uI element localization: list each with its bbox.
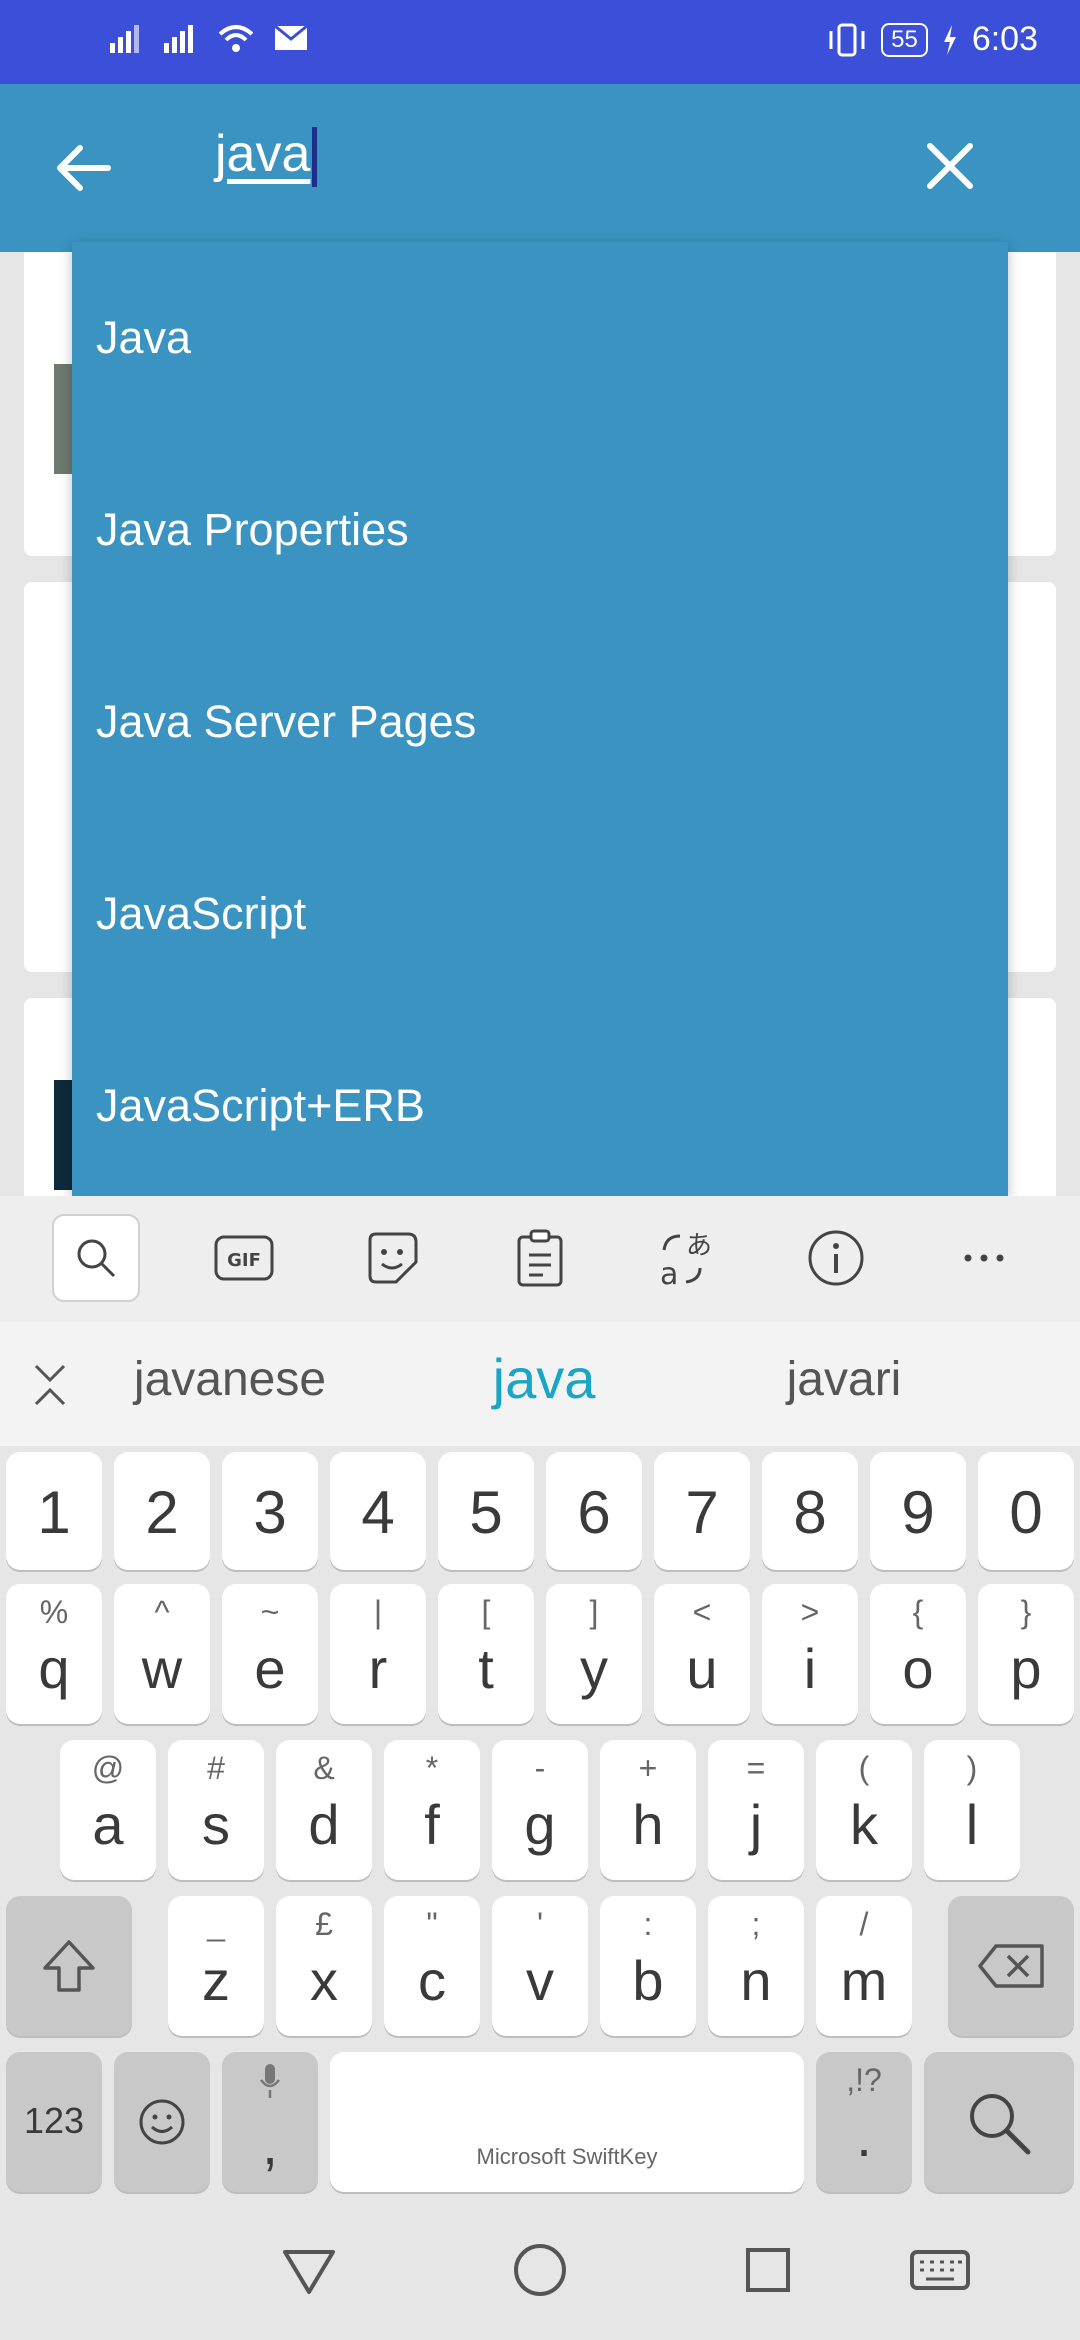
key-2[interactable]: 2 <box>114 1452 210 1570</box>
key-f[interactable]: * f <box>384 1740 480 1880</box>
text-cursor <box>312 127 318 188</box>
clipboard-icon[interactable] <box>496 1214 584 1302</box>
suggestion-left[interactable]: javanese <box>80 1352 380 1407</box>
search-icon[interactable] <box>52 1214 140 1302</box>
key-d[interactable]: & d <box>276 1740 372 1880</box>
search-input[interactable]: java <box>215 124 865 214</box>
info-icon[interactable] <box>792 1214 880 1302</box>
search-icon <box>970 2094 1031 2155</box>
key-3[interactable]: 3 <box>222 1452 318 1570</box>
charging-icon <box>943 24 956 55</box>
backspace-key[interactable] <box>948 1896 1074 2036</box>
suggestion-right[interactable]: javari <box>694 1352 994 1407</box>
key-z[interactable]: _ z <box>168 1896 264 2036</box>
battery-level: 55 <box>881 22 928 57</box>
wifi-icon <box>218 25 254 52</box>
key-u[interactable]: < u <box>654 1584 750 1724</box>
key-1[interactable]: 1 <box>6 1452 102 1570</box>
key-j[interactable]: = j <box>708 1740 804 1880</box>
navigation-bar <box>0 2200 1080 2340</box>
dropdown-item-java-server-pages[interactable]: Java Server Pages <box>72 626 1008 818</box>
key-g[interactable]: -g <box>492 1740 588 1880</box>
back-triangle-icon[interactable] <box>277 2238 341 2302</box>
status-bar: 55 6:03 <box>0 0 1080 84</box>
key-c[interactable]: " c <box>384 1896 480 2036</box>
key-0[interactable]: 0 <box>978 1452 1074 1570</box>
key-m[interactable]: / m <box>816 1896 912 2036</box>
keyboard-toolbar: GIF aあ <box>0 1196 1080 1322</box>
close-icon[interactable] <box>920 136 980 196</box>
key-8[interactable]: 8 <box>762 1452 858 1570</box>
gif-icon[interactable]: GIF <box>200 1214 288 1302</box>
key-7[interactable]: 7 <box>654 1452 750 1570</box>
recents-square-icon[interactable] <box>736 2238 800 2302</box>
home-circle-icon[interactable] <box>508 2238 572 2302</box>
vibrate-icon <box>829 23 865 56</box>
more-icon[interactable] <box>940 1214 1028 1302</box>
numbers-toggle-key[interactable]: 123 <box>6 2052 102 2192</box>
search-key[interactable] <box>924 2052 1074 2192</box>
shift-key[interactable] <box>6 1896 132 2036</box>
suggestion-center[interactable]: java <box>394 1346 694 1411</box>
dropdown-item-java-properties[interactable]: Java Properties <box>72 434 1008 626</box>
svg-text:あ: あ <box>686 1231 712 1261</box>
emoji-key[interactable] <box>114 2052 210 2192</box>
keyboard-hide-icon[interactable] <box>908 2238 972 2302</box>
svg-text:GIF: GIF <box>227 1250 261 1271</box>
signal-roaming-icon <box>164 25 193 53</box>
key-i[interactable]: > i <box>762 1584 858 1724</box>
key-b[interactable]: :b <box>600 1896 696 2036</box>
key-p[interactable]: } p <box>978 1584 1074 1724</box>
mail-icon <box>274 25 308 50</box>
shift-icon <box>43 1940 95 1992</box>
key-9[interactable]: 9 <box>870 1452 966 1570</box>
space-key[interactable]: Microsoft SwiftKey <box>330 2052 804 2192</box>
key-a[interactable]: @ a <box>60 1740 156 1880</box>
microphone-icon <box>260 2064 280 2098</box>
dropdown-item-javascript[interactable]: JavaScript <box>72 818 1008 1010</box>
key-w[interactable]: ^ w <box>114 1584 210 1724</box>
comma-key[interactable]: , <box>222 2052 318 2192</box>
period-key[interactable]: ,!?. <box>816 2052 912 2192</box>
search-toolbar: java <box>0 84 1080 252</box>
key-k[interactable]: (k <box>816 1740 912 1880</box>
emoji-icon <box>139 2099 185 2145</box>
key-e[interactable]: ~ e <box>222 1584 318 1724</box>
search-query: java <box>215 125 311 183</box>
dropdown-item-javascript-erb[interactable]: JavaScript+ERB <box>72 1010 1008 1196</box>
key-y[interactable]: ] y <box>546 1584 642 1724</box>
key-x[interactable]: £ x <box>276 1896 372 2036</box>
keyboard: 1 2 3 4 5 6 7 8 9 0 % q ^ w ~ e | r [t ] y < u… <box>0 1446 1080 2200</box>
key-5[interactable]: 5 <box>438 1452 534 1570</box>
key-6[interactable]: 6 <box>546 1452 642 1570</box>
key-4[interactable]: 4 <box>330 1452 426 1570</box>
collapse-icon[interactable] <box>30 1362 70 1408</box>
suggestion-dropdown: Java Java Properties Java Server Pages J… <box>72 242 1008 1196</box>
key-l[interactable]: ) l <box>924 1740 1020 1880</box>
clock: 6:03 <box>971 20 1038 58</box>
back-arrow-icon[interactable] <box>52 136 116 200</box>
key-n[interactable]: ; n <box>708 1896 804 2036</box>
key-q[interactable]: % q <box>6 1584 102 1724</box>
key-h[interactable]: + h <box>600 1740 696 1880</box>
key-t[interactable]: [t <box>438 1584 534 1724</box>
backspace-icon <box>978 1944 1044 1988</box>
key-r[interactable]: | r <box>330 1584 426 1724</box>
key-s[interactable]: # s <box>168 1740 264 1880</box>
key-o[interactable]: {o <box>870 1584 966 1724</box>
sticker-icon[interactable] <box>348 1214 436 1302</box>
key-v[interactable]: ' v <box>492 1896 588 2036</box>
svg-text:a: a <box>660 1257 678 1288</box>
signal-icon <box>110 25 139 53</box>
dropdown-item-java[interactable]: Java <box>72 242 1008 434</box>
word-suggestion-bar: javanese java javari <box>0 1322 1080 1446</box>
translate-icon[interactable]: aあ <box>644 1214 732 1302</box>
